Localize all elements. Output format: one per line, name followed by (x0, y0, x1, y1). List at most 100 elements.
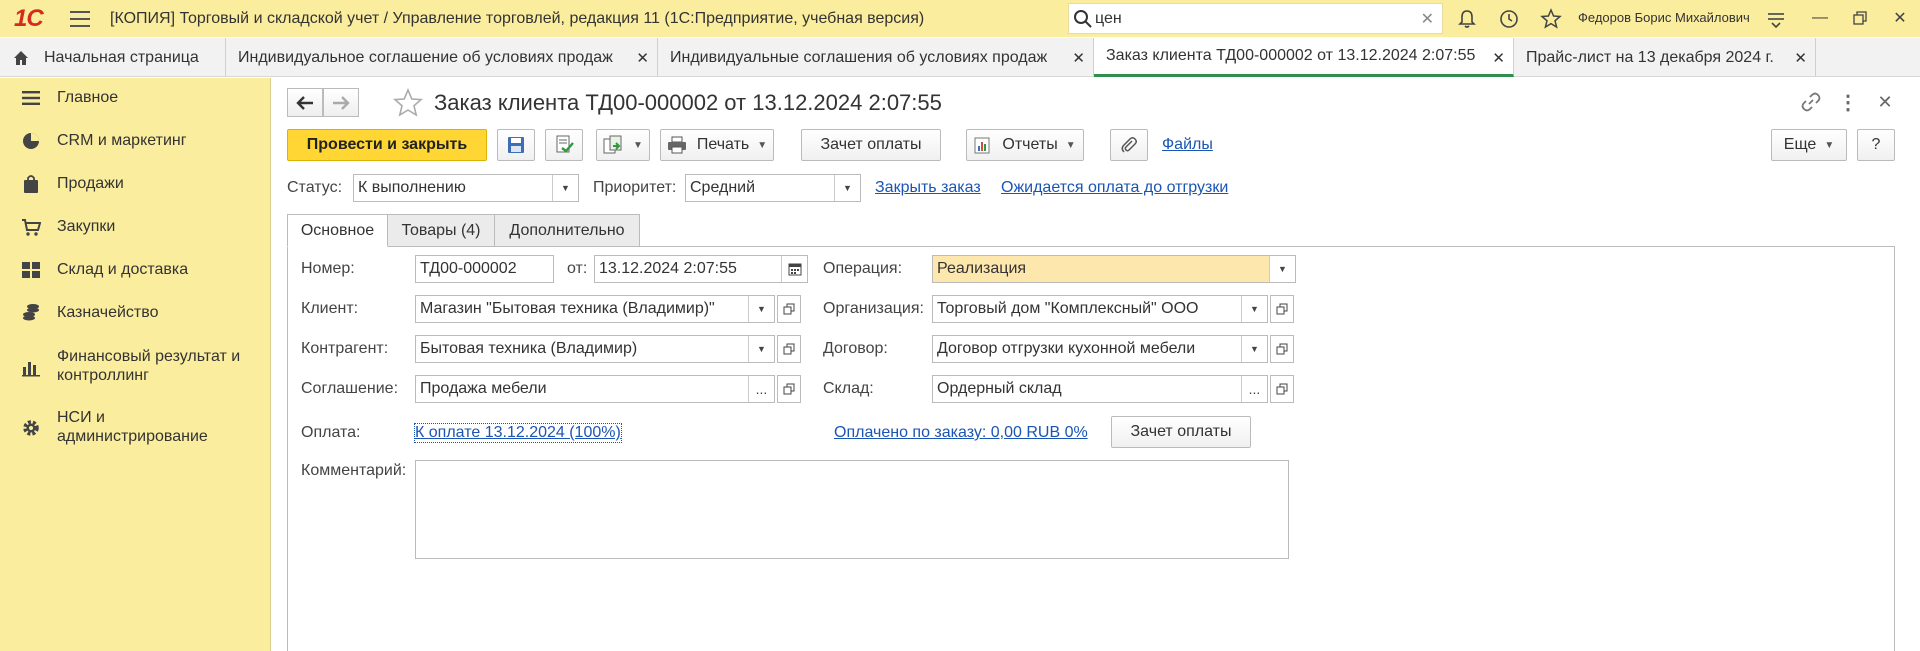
organization-field[interactable]: Торговый дом "Комплексный" ООО ▼ (932, 295, 1268, 323)
operation-select[interactable]: Реализация ▼ (932, 255, 1296, 283)
create-based-on-button[interactable]: ▼ (596, 129, 650, 161)
sidebar-item-label: CRM и маркетинг (57, 132, 187, 149)
back-button[interactable] (287, 88, 323, 117)
search-input[interactable] (1095, 9, 1415, 28)
help-button[interactable]: ? (1857, 129, 1895, 161)
contract-field[interactable]: Договор отгрузки кухонной мебели ▼ (932, 335, 1268, 363)
priority-select[interactable]: Средний ▼ (685, 174, 861, 202)
close-form-icon[interactable]: ✕ (1873, 90, 1897, 114)
counterparty-field[interactable]: Бытовая техника (Владимир) ▼ (415, 335, 775, 363)
tab-home[interactable]: Начальная страница (0, 38, 226, 77)
open-in-window-icon (783, 383, 795, 395)
counterparty-value: Бытовая техника (Владимир) (420, 340, 638, 357)
main-menu-icon[interactable] (70, 10, 90, 27)
reports-icon (974, 137, 990, 154)
reports-button[interactable]: Отчеты ▼ (966, 129, 1084, 161)
page-title: Заказ клиента ТД00-000002 от 13.12.2024 … (434, 90, 942, 115)
select-ellipsis-icon[interactable]: ... (1241, 376, 1267, 402)
select-ellipsis-icon[interactable]: ... (748, 376, 774, 402)
minimize-icon[interactable]: — (1808, 6, 1832, 30)
close-window-icon[interactable]: ✕ (1888, 6, 1912, 30)
counterparty-label: Контрагент: (301, 340, 389, 357)
tab-individual-agreements[interactable]: Индивидуальные соглашения об условиях пр… (658, 38, 1094, 77)
chevron-down-icon[interactable]: ▼ (552, 175, 578, 201)
paid-by-order-link[interactable]: Оплачено по заказу: 0,00 RUB 0% (834, 424, 1088, 442)
tab-price-list[interactable]: Прайс-лист на 13 декабря 2024 г. ✕ (1514, 38, 1816, 77)
calendar-icon[interactable] (781, 256, 807, 282)
sidebar-item-financial-result[interactable]: Финансовый результат и контроллинг (0, 347, 271, 391)
sidebar-item-label: НСИ и администрирование (57, 409, 208, 445)
clear-search-icon[interactable]: ✕ (1421, 9, 1434, 29)
open-in-window-icon (1276, 343, 1288, 355)
attach-file-button[interactable] (1110, 129, 1148, 161)
date-from-label: от: (567, 260, 588, 277)
chevron-down-icon[interactable]: ▼ (748, 296, 774, 322)
chevron-down-icon[interactable]: ▼ (1269, 256, 1295, 282)
tab-main[interactable]: Основное (287, 214, 388, 247)
history-icon[interactable] (1496, 6, 1522, 32)
sidebar-item-warehouse[interactable]: Склад и доставка (0, 260, 271, 284)
awaiting-payment-link[interactable]: Ожидается оплата до отгрузки (1001, 179, 1228, 197)
tab-goods[interactable]: Товары (4) (387, 214, 495, 247)
close-tab-icon[interactable]: ✕ (1492, 49, 1505, 67)
sections-sidebar: Главное CRM и маркетинг Продажи Закупки … (0, 78, 271, 651)
sidebar-item-purchases[interactable]: Закупки (0, 217, 271, 241)
close-tab-icon[interactable]: ✕ (636, 49, 649, 67)
app-title: [КОПИЯ] Торговый и складской учет / Упра… (110, 9, 925, 27)
files-link[interactable]: Файлы (1162, 136, 1213, 154)
date-field[interactable]: 13.12.2024 2:07:55 (594, 255, 808, 283)
chevron-down-icon[interactable]: ▼ (1241, 336, 1267, 362)
post-and-close-button[interactable]: Провести и закрыть (287, 129, 487, 161)
tab-individual-agreement[interactable]: Индивидуальное соглашение об условиях пр… (226, 38, 658, 77)
tab-customer-order[interactable]: Заказ клиента ТД00-000002 от 13.12.2024 … (1094, 38, 1514, 77)
favorite-star-icon[interactable] (392, 88, 424, 118)
payment-offset-button[interactable]: Зачет оплаты (801, 129, 941, 161)
save-button[interactable] (497, 129, 535, 161)
sidebar-item-label: Главное (57, 89, 119, 106)
post-document-icon (556, 135, 574, 153)
comment-textarea[interactable] (415, 460, 1289, 559)
link-icon[interactable] (1799, 90, 1823, 114)
open-client-button[interactable] (777, 295, 801, 323)
contract-label: Договор: (823, 340, 888, 357)
open-warehouse-button[interactable] (1270, 375, 1294, 403)
sidebar-item-label: Склад и доставка (57, 261, 189, 278)
more-button[interactable]: Еще ▼ (1771, 129, 1847, 161)
favorites-icon[interactable] (1538, 6, 1564, 32)
tab-additional[interactable]: Дополнительно (494, 214, 640, 247)
tab-label: Начальная страница (44, 48, 199, 66)
pie-chart-icon (23, 133, 39, 149)
chevron-down-icon[interactable]: ▼ (834, 175, 860, 201)
chevron-down-icon: ▼ (633, 139, 643, 151)
sidebar-item-admin[interactable]: НСИ и администрирование (0, 408, 271, 452)
open-organization-button[interactable] (1270, 295, 1294, 323)
restore-icon[interactable] (1848, 6, 1872, 30)
open-counterparty-button[interactable] (777, 335, 801, 363)
post-button[interactable] (545, 129, 583, 161)
status-select[interactable]: К выполнению ▼ (353, 174, 579, 202)
sidebar-item-main[interactable]: Главное (0, 88, 271, 112)
search-box[interactable]: ✕ (1068, 3, 1443, 34)
print-button[interactable]: Печать ▼ (660, 129, 774, 161)
more-actions-icon[interactable]: ⋮ (1836, 90, 1860, 114)
notifications-icon[interactable] (1454, 6, 1480, 32)
client-field[interactable]: Магазин "Бытовая техника (Владимир)" ▼ (415, 295, 775, 323)
payment-schedule-link[interactable]: К оплате 13.12.2024 (100%) (414, 423, 622, 443)
number-field[interactable]: ТД00-000002 (415, 255, 554, 283)
open-contract-button[interactable] (1270, 335, 1294, 363)
close-order-link[interactable]: Закрыть заказ (875, 179, 981, 197)
open-agreement-button[interactable] (777, 375, 801, 403)
sidebar-item-sales[interactable]: Продажи (0, 174, 271, 198)
warehouse-field[interactable]: Ордерный склад ... (932, 375, 1268, 403)
payment-offset-inline-button[interactable]: Зачет оплаты (1111, 416, 1251, 448)
chevron-down-icon[interactable]: ▼ (1241, 296, 1267, 322)
forward-button[interactable] (323, 88, 359, 117)
user-name[interactable]: Федоров Борис Михайлович (1578, 10, 1750, 25)
sidebar-item-crm[interactable]: CRM и маркетинг (0, 131, 271, 155)
settings-menu-icon[interactable] (1763, 6, 1789, 32)
close-tab-icon[interactable]: ✕ (1072, 49, 1085, 67)
sidebar-item-treasury[interactable]: Казначейство (0, 303, 271, 327)
chevron-down-icon[interactable]: ▼ (748, 336, 774, 362)
agreement-field[interactable]: Продажа мебели ... (415, 375, 775, 403)
close-tab-icon[interactable]: ✕ (1794, 49, 1807, 67)
